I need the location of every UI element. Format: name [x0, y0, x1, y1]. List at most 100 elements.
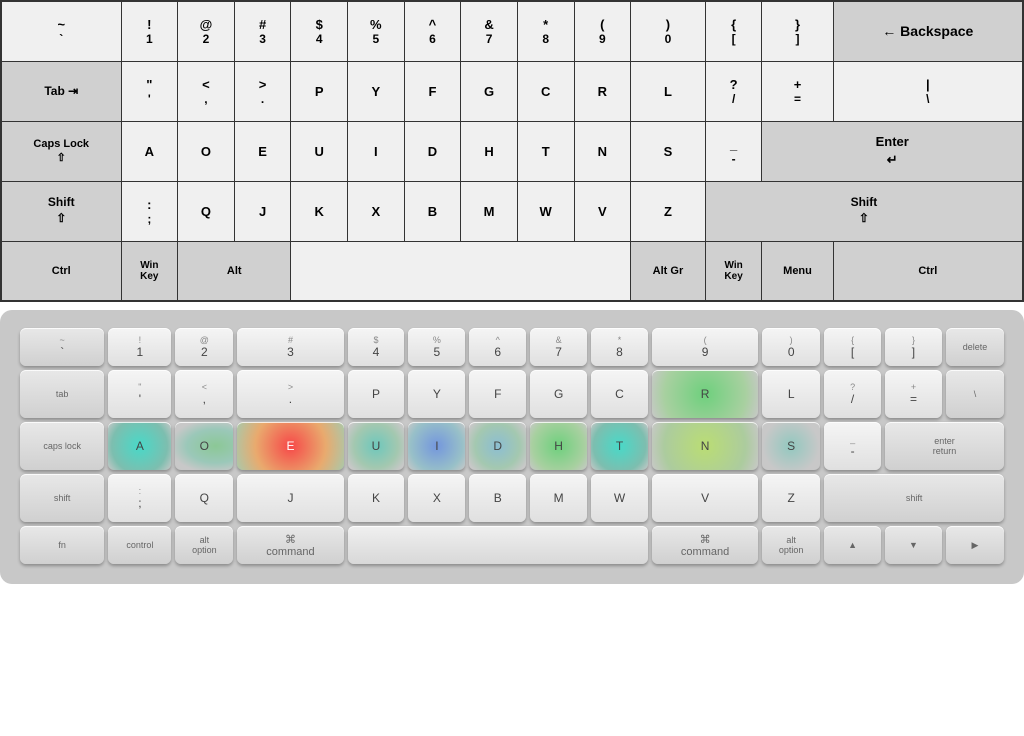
- hk-colon2: : ;: [108, 474, 171, 522]
- key-backtick: ~ `: [1, 1, 121, 61]
- key-o: O: [178, 121, 235, 181]
- hk-quote: " ': [108, 370, 171, 418]
- key-backspace: ← Backspace: [833, 1, 1023, 61]
- hk-4: $ 4: [348, 328, 405, 366]
- key-lwin: WinKey: [121, 241, 178, 301]
- key-t: T: [517, 121, 574, 181]
- hk-v2: V: [652, 474, 758, 522]
- hk-tilde: ~ `: [20, 328, 104, 366]
- key-0: ) 0: [631, 1, 706, 61]
- hk-dash2: _ -: [824, 422, 881, 470]
- key-4: $ 4: [291, 1, 348, 61]
- hk-n2: N: [652, 422, 758, 470]
- key-gt: > .: [234, 61, 291, 121]
- hk-rshift2: shift: [824, 474, 1004, 522]
- hk-right: ▶: [946, 526, 1004, 564]
- heatmap-keyboard: ~ ` ! 1 @ 2 # 3 $ 4: [16, 324, 1008, 568]
- hk-l2: L: [762, 370, 820, 418]
- hk-enter: enterreturn: [885, 422, 1004, 470]
- hk-c2: C: [591, 370, 648, 418]
- key-l: L: [631, 61, 706, 121]
- key-w: W: [517, 181, 574, 241]
- hk-a2: A: [108, 422, 171, 470]
- key-a: A: [121, 121, 178, 181]
- key-altgr: Alt Gr: [631, 241, 706, 301]
- hk-f2: F: [469, 370, 526, 418]
- key-rwin: WinKey: [705, 241, 762, 301]
- hk-i2: I: [408, 422, 465, 470]
- key-j: J: [234, 181, 291, 241]
- key-enter: Enter↵: [762, 121, 1023, 181]
- hk-x2: X: [408, 474, 465, 522]
- key-p: P: [291, 61, 348, 121]
- hk-k2: K: [348, 474, 405, 522]
- key-lalt: Alt: [178, 241, 291, 301]
- hk-ralt2: altoption: [762, 526, 820, 564]
- hk-control: control: [108, 526, 171, 564]
- hk-slash2: ? /: [824, 370, 881, 418]
- hk-capslock: caps lock: [20, 422, 104, 470]
- key-slash: ? /: [705, 61, 762, 121]
- hk-o2: O: [175, 422, 233, 470]
- hk-6: ^ 6: [469, 328, 526, 366]
- hk-d2: D: [469, 422, 526, 470]
- hk-r2: R: [652, 370, 758, 418]
- hk-lalt2: altoption: [175, 526, 233, 564]
- hk-space2: [348, 526, 648, 564]
- key-m: M: [461, 181, 518, 241]
- hk-down: ▼: [885, 526, 942, 564]
- key-y: Y: [348, 61, 405, 121]
- key-quote: " ': [121, 61, 178, 121]
- key-lt: < ,: [178, 61, 235, 121]
- hk-up: ▲: [824, 526, 881, 564]
- hk-rbrace: } ]: [885, 328, 942, 366]
- key-k: K: [291, 181, 348, 241]
- key-n: N: [574, 121, 631, 181]
- hk-t2: T: [591, 422, 648, 470]
- key-capslock: Caps Lock⇧: [1, 121, 121, 181]
- hk-lt2: < ,: [175, 370, 233, 418]
- key-b: B: [404, 181, 461, 241]
- key-2: @ 2: [178, 1, 235, 61]
- key-u: U: [291, 121, 348, 181]
- hk-gt2: > .: [237, 370, 343, 418]
- hk-h2: H: [530, 422, 587, 470]
- key-e: E: [234, 121, 291, 181]
- hk-9: ( 9: [652, 328, 758, 366]
- key-g: G: [461, 61, 518, 121]
- key-x: X: [348, 181, 405, 241]
- key-8: * 8: [517, 1, 574, 61]
- hk-m2: M: [530, 474, 587, 522]
- hk-rcmd: ⌘command: [652, 526, 758, 564]
- key-dash: _ -: [705, 121, 762, 181]
- key-rctrl: Ctrl: [833, 241, 1023, 301]
- key-backslash: | \: [833, 61, 1023, 121]
- hk-7: & 7: [530, 328, 587, 366]
- hk-5: % 5: [408, 328, 465, 366]
- key-9: ( 9: [574, 1, 631, 61]
- key-5: % 5: [348, 1, 405, 61]
- hk-u2: U: [348, 422, 405, 470]
- key-q: Q: [178, 181, 235, 241]
- key-plus: + =: [762, 61, 833, 121]
- key-6: ^ 6: [404, 1, 461, 61]
- key-rbracket: } ]: [762, 1, 833, 61]
- key-colon: : ;: [121, 181, 178, 241]
- hk-plus2: + =: [885, 370, 942, 418]
- hk-0: ) 0: [762, 328, 820, 366]
- hk-w2: W: [591, 474, 648, 522]
- hk-8: * 8: [591, 328, 648, 366]
- hk-lshift2: shift: [20, 474, 104, 522]
- hk-delete: delete: [946, 328, 1004, 366]
- hk-b2: B: [469, 474, 526, 522]
- key-z: Z: [631, 181, 706, 241]
- key-i: I: [348, 121, 405, 181]
- key-lshift: Shift⇧: [1, 181, 121, 241]
- key-lctrl: Ctrl: [1, 241, 121, 301]
- key-7: & 7: [461, 1, 518, 61]
- key-menu: Menu: [762, 241, 833, 301]
- key-s: S: [631, 121, 706, 181]
- key-1: ! 1: [121, 1, 178, 61]
- key-3: # 3: [234, 1, 291, 61]
- hk-lcmd: ⌘command: [237, 526, 343, 564]
